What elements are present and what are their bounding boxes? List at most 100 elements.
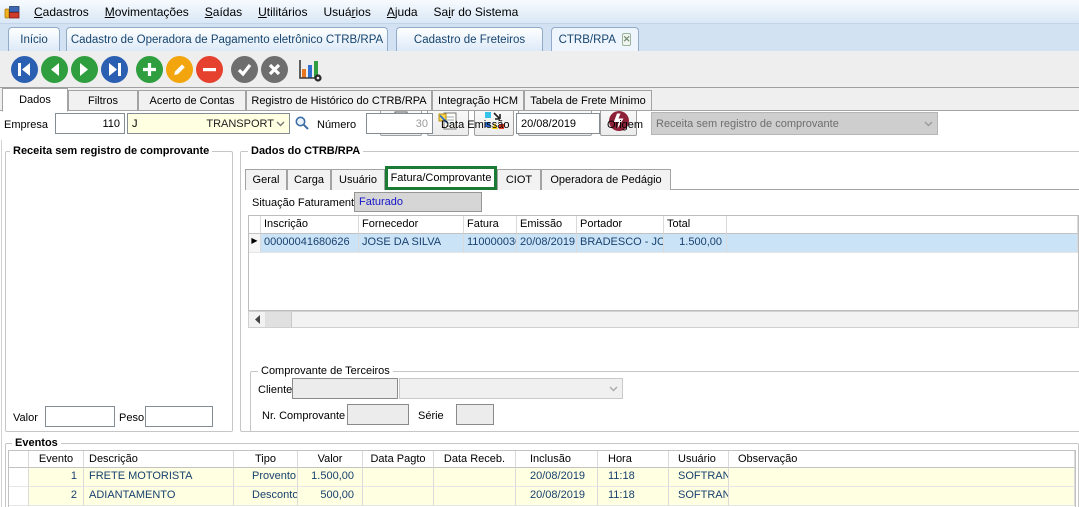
- menu-label-part: Usuá: [323, 5, 351, 19]
- menu-label-part: M: [105, 5, 115, 19]
- cliente-code-field[interactable]: [292, 378, 398, 399]
- menu-label-part: ovimentações: [115, 5, 189, 19]
- row-indicator: [9, 468, 29, 487]
- cancel-button[interactable]: [261, 56, 288, 83]
- table-cell: ADIANTAMENTO: [84, 487, 234, 506]
- table-row[interactable]: ▶00000041680626JOSE DA SILVA11000003020/…: [249, 234, 1078, 253]
- subtab-registro-historico[interactable]: Registro de Histórico do CTRB/RPA: [246, 90, 432, 111]
- last-record-button[interactable]: [101, 56, 128, 83]
- menu-item-ajuda[interactable]: Ajuda: [379, 5, 426, 19]
- inner-tab-carga[interactable]: Carga: [287, 169, 331, 190]
- tab-cadastro-freteiros[interactable]: Cadastro de Freteiros: [396, 27, 543, 51]
- column-header: Total: [664, 216, 727, 234]
- tab-cadastro-operadora[interactable]: Cadastro de Operadora de Pagamento eletr…: [66, 27, 388, 51]
- situacao-faturamento-field[interactable]: Faturado: [354, 192, 482, 212]
- cliente-label: Cliente:: [258, 384, 295, 396]
- menu-item-utilitarios[interactable]: Utilitários: [250, 5, 315, 19]
- next-record-icon: [71, 56, 98, 83]
- subtab-dados[interactable]: Dados: [2, 88, 68, 112]
- table-cell: 1.500,00: [664, 234, 727, 253]
- tab-inicio[interactable]: Início: [8, 27, 60, 51]
- menu-label-part: adastros: [43, 5, 89, 19]
- previous-record-button[interactable]: [41, 56, 68, 83]
- tab-label: CTRB/RPA: [559, 34, 616, 46]
- chevron-down-icon: [924, 118, 933, 130]
- numero-field[interactable]: 30: [366, 113, 433, 134]
- menu-item-usuarios[interactable]: Usuários: [315, 5, 378, 19]
- column-header: Observação: [729, 451, 1075, 468]
- table-cell: BRADESCO - JC T: [577, 234, 664, 253]
- column-header: Hora: [598, 451, 669, 468]
- origem-combo[interactable]: Receita sem registro de comprovante: [651, 112, 938, 135]
- table-cell: [434, 468, 516, 487]
- data-emissao-field[interactable]: 20/08/2019: [516, 113, 600, 134]
- app-icon: [4, 4, 22, 20]
- application-window: Cadastros Movimentações Saídas Utilitári…: [0, 0, 1079, 507]
- tab-ctrb-rpa[interactable]: CTRB/RPA ✕: [551, 27, 639, 51]
- column-header: Portador: [577, 216, 664, 234]
- tab-label: Cadastro de Operadora de Pagamento eletr…: [71, 34, 383, 46]
- nr-comprovante-label: Nr. Comprovante: [262, 410, 345, 422]
- nr-comprovante-field[interactable]: [347, 404, 409, 425]
- inner-tab-usuario[interactable]: Usuário: [331, 169, 385, 190]
- inner-tab-fatura-comprovante[interactable]: Fatura/Comprovante: [385, 166, 497, 190]
- fatura-grid: InscriçãoFornecedorFaturaEmissãoPortador…: [248, 215, 1079, 311]
- peso-label: Peso: [119, 412, 144, 424]
- scroll-left-arrow[interactable]: [249, 312, 266, 327]
- menu-item-movimentacoes[interactable]: Movimentações: [97, 5, 197, 19]
- table-row[interactable]: 2ADIANTAMENTODesconto500,00 20/08/201911:…: [9, 487, 1075, 506]
- situacao-faturamento-label: Situação Faturamento: [252, 197, 360, 209]
- menu-label-part: juda: [395, 5, 418, 19]
- subtab-integracao-hcm[interactable]: Integração HCM: [432, 90, 524, 111]
- column-header: Inclusão: [516, 451, 598, 468]
- scrollbar-thumb[interactable]: [266, 312, 292, 327]
- table-cell: 11:18: [598, 487, 669, 506]
- table-cell: 1: [29, 468, 84, 487]
- inner-tab-ciot[interactable]: CIOT: [497, 169, 541, 190]
- horizontal-scrollbar[interactable]: [248, 311, 1079, 328]
- delete-button[interactable]: [196, 56, 223, 83]
- chart-settings-button[interactable]: [296, 57, 324, 83]
- table-cell: 20/08/2019: [516, 487, 598, 506]
- next-record-button[interactable]: [71, 56, 98, 83]
- peso-field[interactable]: [145, 406, 213, 427]
- grid-header-row: InscriçãoFornecedorFaturaEmissãoPortador…: [249, 216, 1078, 234]
- main-tab-bar: Início Cadastro de Operadora de Pagament…: [0, 24, 1079, 51]
- first-record-button[interactable]: [11, 56, 38, 83]
- search-icon[interactable]: [294, 115, 310, 134]
- empresa-code-value: 110: [102, 118, 120, 130]
- close-icon[interactable]: ✕: [622, 33, 632, 46]
- inner-tab-operadora-pedagio[interactable]: Operadora de Pedágio: [541, 169, 671, 190]
- column-header: Descrição: [84, 451, 234, 468]
- insert-button[interactable]: [136, 56, 163, 83]
- table-cell: Desconto: [234, 487, 298, 506]
- inner-tab-geral[interactable]: Geral: [245, 169, 287, 190]
- menu-item-cadastros[interactable]: Cadastros: [26, 5, 97, 19]
- menu-item-saidas[interactable]: Saídas: [197, 5, 250, 19]
- menu-item-sair-do-sistema[interactable]: Sair do Sistema: [426, 5, 527, 19]
- menu-label-part: ios: [356, 5, 371, 19]
- empresa-code-field[interactable]: 110: [55, 113, 125, 134]
- table-cell: 500,00: [298, 487, 363, 506]
- edit-button[interactable]: [166, 56, 193, 83]
- table-row[interactable]: 1FRETE MOTORISTAProvento1.500,0020/08/20…: [9, 468, 1075, 487]
- serie-field[interactable]: [456, 404, 494, 425]
- subtab-filtros[interactable]: Filtros: [68, 90, 138, 111]
- plus-icon: [136, 56, 163, 83]
- chevron-down-icon: [609, 383, 618, 395]
- subtab-acerto-de-contas[interactable]: Acerto de Contas: [138, 90, 246, 111]
- row-indicator: ▶: [249, 234, 261, 253]
- empresa-name-prefix: J: [132, 118, 138, 130]
- empresa-combo[interactable]: J TRANSPORT: [127, 113, 290, 134]
- table-cell: SOFTRAN: [669, 487, 729, 506]
- valor-field[interactable]: [45, 406, 115, 427]
- inner-tab-label: CIOT: [506, 174, 532, 186]
- column-header: Fornecedor: [359, 216, 464, 234]
- menu-label-part: r do Sistema: [451, 5, 518, 19]
- table-cell: 11:18: [598, 468, 669, 487]
- origem-value: Receita sem registro de comprovante: [656, 118, 839, 130]
- table-cell: 2: [29, 487, 84, 506]
- cliente-combo[interactable]: [399, 378, 623, 399]
- confirm-button[interactable]: [231, 56, 258, 83]
- subtab-tabela-frete-minimo[interactable]: Tabela de Frete Mínimo: [524, 90, 652, 111]
